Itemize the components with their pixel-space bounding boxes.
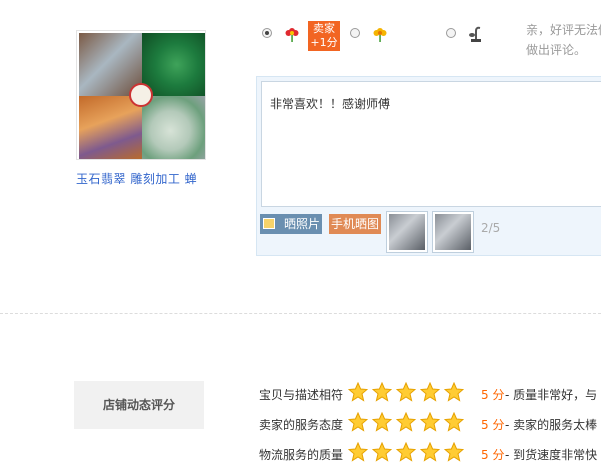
comment-panel: 非常喜欢！！感谢师傅 晒照片 手机晒图 2/5: [256, 76, 601, 256]
star-icon[interactable]: [444, 382, 464, 402]
rating-hint-line1: 亲，好评无法修: [526, 23, 601, 37]
image-icon: [263, 218, 275, 229]
star-icon[interactable]: [444, 412, 464, 432]
score-label: 卖家的服务态度: [259, 418, 344, 432]
star-icon[interactable]: [420, 442, 440, 462]
upload-photo-button[interactable]: 晒照片: [260, 214, 322, 234]
score-value: 5 分: [481, 418, 505, 432]
seller-plus-one-badge: 卖家 +1分: [308, 21, 340, 51]
star-icon[interactable]: [348, 412, 368, 432]
shop-rating-title: 店铺动态评分: [74, 381, 204, 429]
score-description: - 卖家的服务太棒: [505, 418, 598, 432]
rating-neutral-radio[interactable]: [350, 28, 360, 38]
product-thumbnail[interactable]: [76, 30, 206, 160]
score-value: 5 分: [481, 388, 505, 402]
rating-hint-line2: 做出评论。: [526, 43, 587, 57]
score-value: 5 分: [481, 448, 505, 462]
product-title-link[interactable]: 玉石翡翠 雕刻加工 蝉: [76, 170, 226, 187]
star-icon[interactable]: [396, 382, 416, 402]
rating-hint: 亲，好评无法修 做出评论。: [526, 20, 601, 60]
score-description: - 质量非常好，与: [505, 388, 598, 402]
comment-textarea[interactable]: 非常喜欢！！感谢师傅: [261, 81, 601, 207]
star-icon[interactable]: [348, 442, 368, 462]
star-icon[interactable]: [396, 412, 416, 432]
rating-bad-radio[interactable]: [446, 28, 456, 38]
star-icon[interactable]: [372, 382, 392, 402]
seal-logo-icon: [129, 83, 153, 107]
upload-count: 2/5: [481, 221, 501, 235]
star-icon[interactable]: [420, 412, 440, 432]
yellow-flower-icon: [373, 28, 387, 42]
star-icon[interactable]: [372, 442, 392, 462]
rating-good-radio[interactable]: [262, 28, 272, 38]
product-image-white-jade: [142, 96, 205, 159]
star-icon[interactable]: [444, 442, 464, 462]
star-icon[interactable]: [372, 412, 392, 432]
star-icon[interactable]: [348, 382, 368, 402]
phone-upload-button[interactable]: 手机晒图: [329, 214, 381, 234]
star-icon[interactable]: [420, 382, 440, 402]
upload-photo-label: 晒照片: [284, 217, 321, 231]
product-image-green-jade: [142, 33, 205, 96]
dead-plant-icon: [469, 26, 481, 42]
product-image-agate-carving: [79, 96, 142, 159]
red-flower-icon: [285, 28, 299, 42]
score-description: - 到货速度非常快: [505, 448, 598, 462]
star-icon[interactable]: [396, 442, 416, 462]
uploaded-photo-thumb[interactable]: [386, 211, 428, 253]
score-label: 宝贝与描述相符: [259, 388, 344, 402]
score-label: 物流服务的质量: [259, 448, 344, 462]
section-divider: [0, 313, 601, 314]
uploaded-photo-thumb[interactable]: [432, 211, 474, 253]
